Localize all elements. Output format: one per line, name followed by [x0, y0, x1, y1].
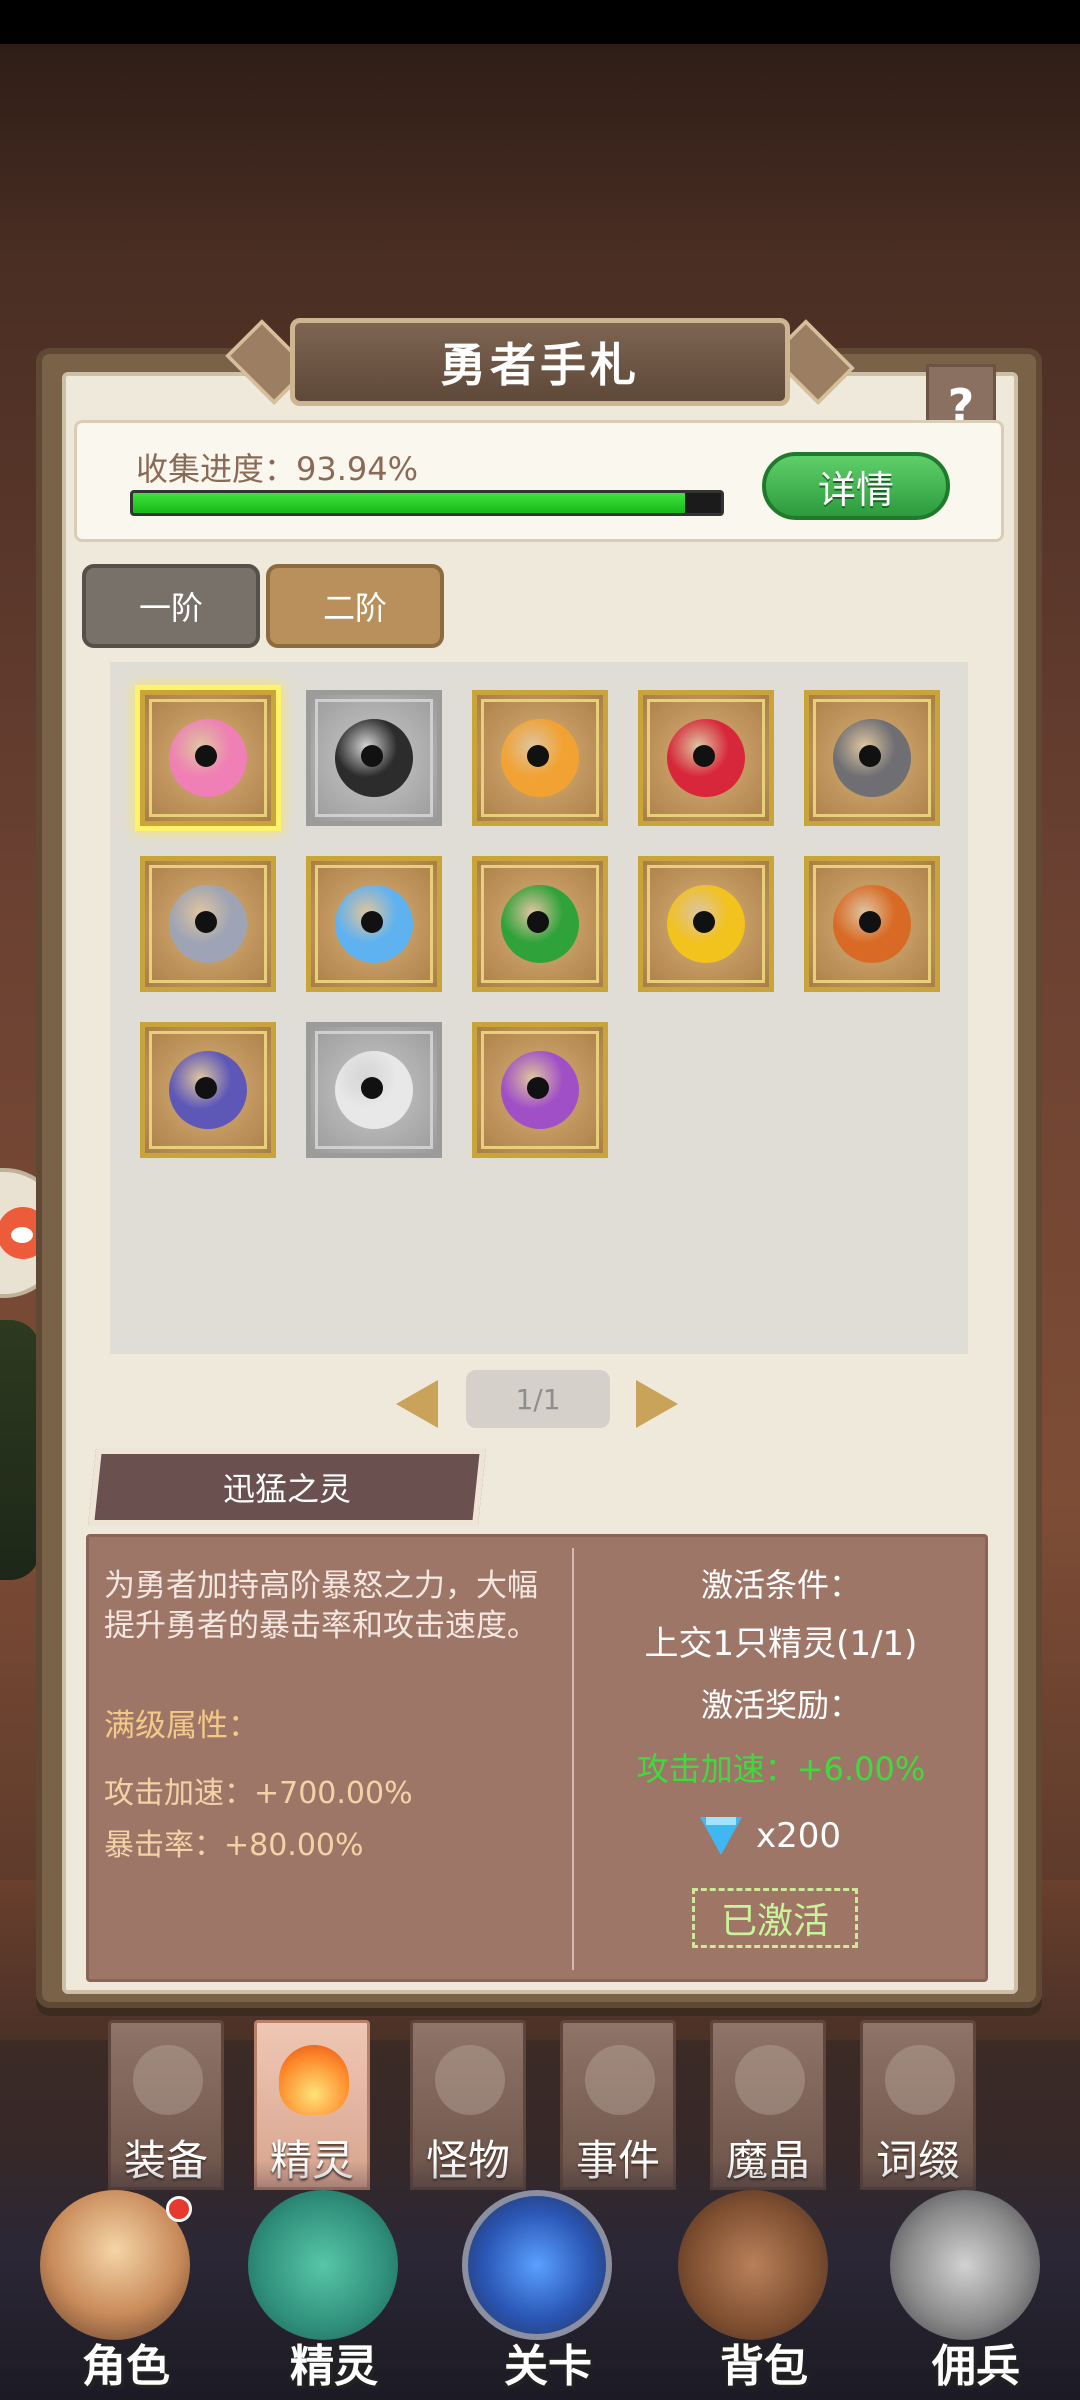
nav-role[interactable]: 角色 — [26, 2190, 196, 2392]
spirit-slot[interactable] — [804, 856, 940, 992]
page-title: 勇者手札 — [440, 338, 640, 392]
stat-crit-rate: 暴击率：+80.00% — [104, 1828, 364, 1863]
collection-progress-label: 收集进度：93.94% — [136, 450, 419, 488]
background-plant — [0, 1320, 40, 1580]
nav-label: 佣兵 — [932, 2341, 1020, 2392]
spirit-description: 为勇者加持高阶暴怒之力，大幅提升勇者的暴击率和攻击速度。 — [104, 1568, 538, 1644]
previous-page-arrow-icon[interactable] — [396, 1380, 438, 1428]
grey-dragon-spirit-icon — [833, 719, 911, 797]
tab-tier-2[interactable]: 二阶 — [266, 564, 444, 648]
black-helmet-spirit-icon — [335, 719, 413, 797]
spirit-slot[interactable] — [472, 856, 608, 992]
collection-progress-bar — [130, 490, 724, 516]
swirl-icon — [885, 2045, 955, 2115]
spirit-slot[interactable] — [306, 690, 442, 826]
flame-spirit-icon — [279, 2045, 349, 2115]
diamond-icon — [700, 1817, 742, 1855]
activation-reward-value: 攻击加速：+6.00% — [636, 1750, 926, 1788]
dragon-icon — [435, 2045, 505, 2115]
spirit-slot[interactable] — [472, 690, 608, 826]
pink-bird-spirit-icon — [169, 719, 247, 797]
nav-label: 关卡 — [504, 2341, 592, 2392]
nav-label: 背包 — [720, 2341, 808, 2392]
horned-helmet-spirit-icon — [169, 885, 247, 963]
red-cat-spirit-icon — [667, 719, 745, 797]
page-indicator: 1/1 — [466, 1370, 610, 1428]
status-bar — [0, 0, 1080, 44]
activation-condition-value: 上交1只精灵(1/1) — [644, 1624, 918, 1664]
spirit-slot[interactable] — [140, 1022, 276, 1158]
activated-button[interactable]: 已激活 — [692, 1888, 858, 1948]
spirit-portrait-icon — [248, 2190, 398, 2340]
green-slime-spirit-icon — [501, 885, 579, 963]
spirit-slot[interactable] — [140, 690, 276, 826]
spirit-slot[interactable] — [638, 856, 774, 992]
next-page-arrow-icon[interactable] — [636, 1380, 678, 1428]
nav-label: 精灵 — [290, 2341, 378, 2392]
nav-stage[interactable]: 关卡 — [448, 2190, 618, 2392]
ice-crystal-spirit-icon — [335, 885, 413, 963]
nav-spirit[interactable]: 精灵 — [234, 2190, 404, 2392]
spirit-slot[interactable] — [306, 1022, 442, 1158]
knight-helmet-icon — [890, 2190, 1040, 2340]
stat-attack-speed: 攻击加速：+700.00% — [104, 1776, 413, 1811]
title-banner: 勇者手札 — [210, 312, 870, 412]
gem-reward: x200 — [700, 1816, 841, 1856]
lava-spirit-icon — [833, 885, 911, 963]
notification-badge — [166, 2196, 192, 2222]
nav-label: 角色 — [82, 2341, 170, 2392]
nav-mercenary[interactable]: 佣兵 — [876, 2190, 1046, 2392]
collection-progress-fill — [133, 493, 686, 513]
flame-blade-spirit-icon — [501, 719, 579, 797]
stage-gate-icon — [462, 2190, 612, 2340]
activation-condition-title: 激活条件： — [700, 1566, 861, 1604]
gem-amount: x200 — [756, 1816, 842, 1856]
nav-backpack[interactable]: 背包 — [664, 2190, 834, 2392]
backpack-icon — [678, 2190, 828, 2340]
scroll-icon — [585, 2045, 655, 2115]
tab-tier-1[interactable]: 一阶 — [82, 564, 260, 648]
helmet-icon — [133, 2045, 203, 2115]
spirit-slot[interactable] — [306, 856, 442, 992]
spirit-slot[interactable] — [638, 690, 774, 826]
lightning-spirit-icon — [667, 885, 745, 963]
spirit-slot[interactable] — [140, 856, 276, 992]
details-button[interactable]: 详情 — [762, 452, 950, 520]
purple-ghost-spirit-icon — [169, 1051, 247, 1129]
spirit-slot[interactable] — [804, 690, 940, 826]
gem-crown-spirit-icon — [501, 1051, 579, 1129]
spirit-name: 迅猛之灵 — [222, 1470, 351, 1508]
spirit-grid — [110, 662, 968, 1354]
activation-reward-title: 激活奖励： — [700, 1686, 861, 1724]
spirit-slot[interactable] — [472, 1022, 608, 1158]
white-star-spirit-icon — [335, 1051, 413, 1129]
crystal-icon — [735, 2045, 805, 2115]
max-level-label: 满级属性： — [104, 1708, 259, 1744]
